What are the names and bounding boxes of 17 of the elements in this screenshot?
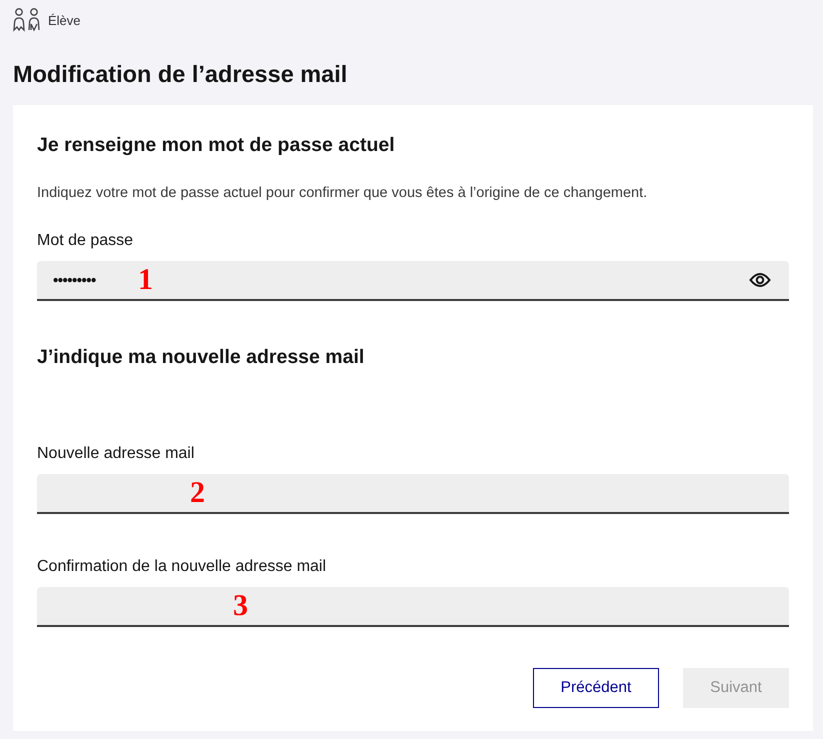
annotation-number: 2: [190, 478, 205, 508]
people-icon: [13, 8, 41, 32]
field-label: Mot de passe: [37, 231, 134, 251]
section-heading: Je renseigne mon mot de passe actuel: [37, 133, 395, 157]
email-field[interactable]: 2: [37, 474, 789, 514]
annotation-number: 1: [138, 265, 153, 295]
password-field[interactable]: ••••••••• 1: [37, 261, 789, 301]
field-label: Nouvelle adresse mail: [37, 444, 194, 464]
previous-button[interactable]: Précédent: [533, 668, 659, 708]
annotation-number: 3: [233, 591, 248, 621]
section-heading: J’indique ma nouvelle adresse mail: [37, 345, 364, 369]
email-field[interactable]: 3: [37, 587, 789, 627]
eye-icon[interactable]: [749, 272, 771, 288]
field-label: Confirmation de la nouvelle adresse mail: [37, 557, 326, 577]
breadcrumb-label: Élève: [48, 12, 81, 28]
page-title: Modification de l’adresse mail: [13, 60, 348, 88]
section-description: Indiquez votre mot de passe actuel pour confirmer que vous êtes à l’origine de ce changement.: [37, 184, 648, 203]
